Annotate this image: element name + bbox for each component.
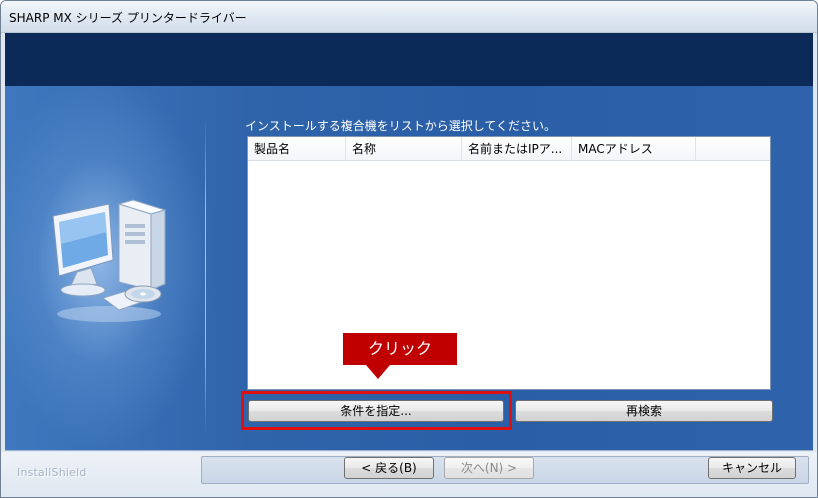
column-header-mac[interactable]: MACアドレス xyxy=(572,137,696,161)
click-highlight-box xyxy=(241,391,512,430)
window-title: SHARP MX シリーズ プリンタードライバー xyxy=(9,11,247,25)
column-header-empty[interactable] xyxy=(696,137,770,161)
callout-arrow xyxy=(366,365,390,379)
panel-divider xyxy=(205,116,206,436)
research-button[interactable]: 再検索 xyxy=(515,400,773,422)
computer-setup-icon xyxy=(52,199,167,322)
column-header-product[interactable]: 製品名 xyxy=(248,137,346,161)
device-list[interactable]: 製品名 名称 名前またはIPア... MACアドレス xyxy=(247,136,771,390)
installshield-brand: InstallShield xyxy=(17,466,87,479)
main-panel: インストールする複合機をリストから選択してください。 製品名 名称 名前またはI… xyxy=(5,86,813,451)
next-button[interactable]: 次へ(N) > xyxy=(444,457,534,479)
back-button[interactable]: < 戻る(B) xyxy=(344,457,434,479)
instruction-text: インストールする複合機をリストから選択してください。 xyxy=(245,119,557,133)
click-callout: クリック xyxy=(343,333,457,365)
title-bar[interactable]: SHARP MX シリーズ プリンタードライバー xyxy=(1,1,817,33)
column-header-name[interactable]: 名称 xyxy=(346,137,462,161)
column-header-ip[interactable]: 名前またはIPア... xyxy=(462,137,572,161)
list-header: 製品名 名称 名前またはIPア... MACアドレス xyxy=(248,137,770,161)
cancel-button[interactable]: キャンセル xyxy=(708,457,796,479)
installer-window: SHARP MX シリーズ プリンタードライバー インストールする複合機をリスト… xyxy=(0,0,818,498)
header-banner xyxy=(5,33,813,86)
